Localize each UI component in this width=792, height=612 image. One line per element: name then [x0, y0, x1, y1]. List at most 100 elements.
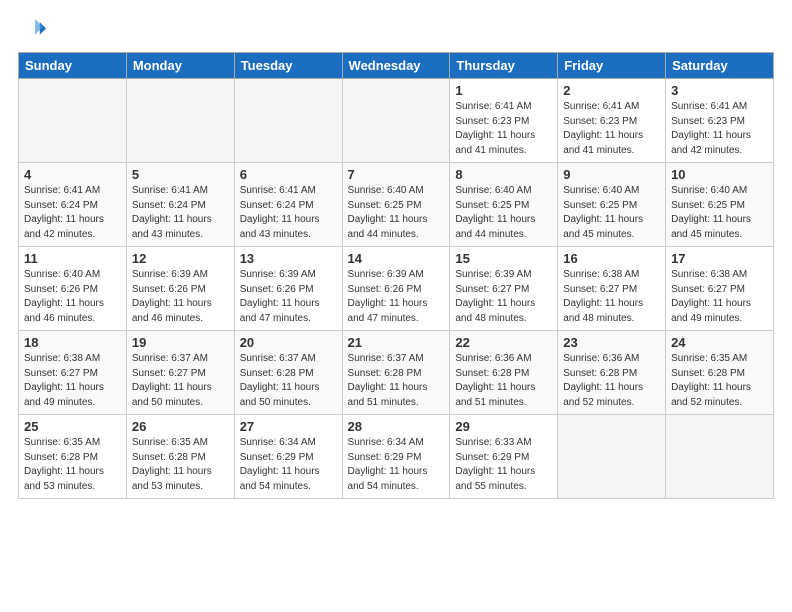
calendar-cell: 21 Sunrise: 6:37 AM Sunset: 6:28 PM Dayli…	[342, 331, 450, 415]
day-number: 3	[671, 83, 768, 98]
day-info: Sunrise: 6:36 AM Sunset: 6:28 PM Dayligh…	[563, 352, 660, 410]
calendar-cell: 20 Sunrise: 6:37 AM Sunset: 6:28 PM Dayli…	[234, 331, 342, 415]
calendar-cell: 1 Sunrise: 6:41 AM Sunset: 6:23 PM Daylig…	[450, 79, 558, 163]
calendar-cell: 23 Sunrise: 6:36 AM Sunset: 6:28 PM Dayli…	[558, 331, 666, 415]
day-number: 22	[455, 335, 552, 350]
calendar-cell: 17 Sunrise: 6:38 AM Sunset: 6:27 PM Dayli…	[666, 247, 774, 331]
calendar-cell: 27 Sunrise: 6:34 AM Sunset: 6:29 PM Dayli…	[234, 415, 342, 499]
calendar-cell	[126, 79, 234, 163]
calendar-header-monday: Monday	[126, 53, 234, 79]
calendar-cell: 3 Sunrise: 6:41 AM Sunset: 6:23 PM Daylig…	[666, 79, 774, 163]
calendar-cell: 2 Sunrise: 6:41 AM Sunset: 6:23 PM Daylig…	[558, 79, 666, 163]
calendar-week-2: 4 Sunrise: 6:41 AM Sunset: 6:24 PM Daylig…	[19, 163, 774, 247]
day-info: Sunrise: 6:41 AM Sunset: 6:24 PM Dayligh…	[240, 184, 337, 242]
day-info: Sunrise: 6:41 AM Sunset: 6:23 PM Dayligh…	[455, 100, 552, 158]
day-info: Sunrise: 6:33 AM Sunset: 6:29 PM Dayligh…	[455, 436, 552, 494]
day-number: 11	[24, 251, 121, 266]
calendar-header-wednesday: Wednesday	[342, 53, 450, 79]
calendar-cell	[666, 415, 774, 499]
day-number: 14	[348, 251, 445, 266]
day-info: Sunrise: 6:39 AM Sunset: 6:26 PM Dayligh…	[240, 268, 337, 326]
day-info: Sunrise: 6:37 AM Sunset: 6:28 PM Dayligh…	[348, 352, 445, 410]
calendar-week-4: 18Sunrise: 6:38 AM Sunset: 6:27 PM Dayli…	[19, 331, 774, 415]
day-number: 18	[24, 335, 121, 350]
day-info: Sunrise: 6:34 AM Sunset: 6:29 PM Dayligh…	[240, 436, 337, 494]
day-number: 27	[240, 419, 337, 434]
calendar-cell: 12 Sunrise: 6:39 AM Sunset: 6:26 PM Dayli…	[126, 247, 234, 331]
day-number: 12	[132, 251, 229, 266]
day-number: 7	[348, 167, 445, 182]
calendar-cell	[19, 79, 127, 163]
day-number: 1	[455, 83, 552, 98]
calendar-cell: 26 Sunrise: 6:35 AM Sunset: 6:28 PM Dayli…	[126, 415, 234, 499]
calendar-cell: 29Sunrise: 6:33 AM Sunset: 6:29 PM Dayli…	[450, 415, 558, 499]
logo	[18, 16, 50, 44]
calendar-cell: 4 Sunrise: 6:41 AM Sunset: 6:24 PM Daylig…	[19, 163, 127, 247]
calendar-cell: 6 Sunrise: 6:41 AM Sunset: 6:24 PM Daylig…	[234, 163, 342, 247]
day-number: 15	[455, 251, 552, 266]
calendar-header-saturday: Saturday	[666, 53, 774, 79]
day-info: Sunrise: 6:35 AM Sunset: 6:28 PM Dayligh…	[132, 436, 229, 494]
day-number: 17	[671, 251, 768, 266]
calendar-cell: 16 Sunrise: 6:38 AM Sunset: 6:27 PM Dayli…	[558, 247, 666, 331]
calendar-header-tuesday: Tuesday	[234, 53, 342, 79]
calendar-cell: 14Sunrise: 6:39 AM Sunset: 6:26 PM Dayli…	[342, 247, 450, 331]
day-info: Sunrise: 6:40 AM Sunset: 6:25 PM Dayligh…	[455, 184, 552, 242]
day-number: 19	[132, 335, 229, 350]
day-info: Sunrise: 6:34 AM Sunset: 6:29 PM Dayligh…	[348, 436, 445, 494]
day-info: Sunrise: 6:35 AM Sunset: 6:28 PM Dayligh…	[24, 436, 121, 494]
calendar-cell: 5Sunrise: 6:41 AM Sunset: 6:24 PM Daylig…	[126, 163, 234, 247]
calendar-table: SundayMondayTuesdayWednesdayThursdayFrid…	[18, 52, 774, 499]
day-info: Sunrise: 6:41 AM Sunset: 6:24 PM Dayligh…	[132, 184, 229, 242]
calendar-cell	[234, 79, 342, 163]
calendar-cell: 9 Sunrise: 6:40 AM Sunset: 6:25 PM Daylig…	[558, 163, 666, 247]
day-info: Sunrise: 6:35 AM Sunset: 6:28 PM Dayligh…	[671, 352, 768, 410]
day-info: Sunrise: 6:40 AM Sunset: 6:25 PM Dayligh…	[671, 184, 768, 242]
day-number: 6	[240, 167, 337, 182]
header	[18, 16, 774, 44]
calendar-cell: 11 Sunrise: 6:40 AM Sunset: 6:26 PM Dayli…	[19, 247, 127, 331]
calendar-cell: 22 Sunrise: 6:36 AM Sunset: 6:28 PM Dayli…	[450, 331, 558, 415]
day-info: Sunrise: 6:41 AM Sunset: 6:23 PM Dayligh…	[671, 100, 768, 158]
calendar-cell: 28Sunrise: 6:34 AM Sunset: 6:29 PM Dayli…	[342, 415, 450, 499]
calendar-cell: 18Sunrise: 6:38 AM Sunset: 6:27 PM Dayli…	[19, 331, 127, 415]
day-number: 4	[24, 167, 121, 182]
day-info: Sunrise: 6:40 AM Sunset: 6:25 PM Dayligh…	[348, 184, 445, 242]
day-number: 8	[455, 167, 552, 182]
calendar-week-5: 25 Sunrise: 6:35 AM Sunset: 6:28 PM Dayli…	[19, 415, 774, 499]
page: SundayMondayTuesdayWednesdayThursdayFrid…	[0, 0, 792, 612]
calendar-header-sunday: Sunday	[19, 53, 127, 79]
day-info: Sunrise: 6:38 AM Sunset: 6:27 PM Dayligh…	[671, 268, 768, 326]
calendar-cell: 8 Sunrise: 6:40 AM Sunset: 6:25 PM Daylig…	[450, 163, 558, 247]
calendar-header-thursday: Thursday	[450, 53, 558, 79]
day-number: 20	[240, 335, 337, 350]
day-info: Sunrise: 6:40 AM Sunset: 6:26 PM Dayligh…	[24, 268, 121, 326]
calendar-week-3: 11 Sunrise: 6:40 AM Sunset: 6:26 PM Dayli…	[19, 247, 774, 331]
day-info: Sunrise: 6:40 AM Sunset: 6:25 PM Dayligh…	[563, 184, 660, 242]
calendar-cell: 15 Sunrise: 6:39 AM Sunset: 6:27 PM Dayli…	[450, 247, 558, 331]
calendar-header-friday: Friday	[558, 53, 666, 79]
calendar-week-1: 1 Sunrise: 6:41 AM Sunset: 6:23 PM Daylig…	[19, 79, 774, 163]
day-info: Sunrise: 6:39 AM Sunset: 6:27 PM Dayligh…	[455, 268, 552, 326]
calendar-header-row: SundayMondayTuesdayWednesdayThursdayFrid…	[19, 53, 774, 79]
calendar-cell: 13 Sunrise: 6:39 AM Sunset: 6:26 PM Dayli…	[234, 247, 342, 331]
day-number: 21	[348, 335, 445, 350]
day-number: 10	[671, 167, 768, 182]
day-number: 25	[24, 419, 121, 434]
calendar-cell	[558, 415, 666, 499]
day-number: 13	[240, 251, 337, 266]
day-number: 16	[563, 251, 660, 266]
day-number: 9	[563, 167, 660, 182]
day-info: Sunrise: 6:38 AM Sunset: 6:27 PM Dayligh…	[563, 268, 660, 326]
day-info: Sunrise: 6:41 AM Sunset: 6:24 PM Dayligh…	[24, 184, 121, 242]
day-number: 2	[563, 83, 660, 98]
day-info: Sunrise: 6:37 AM Sunset: 6:28 PM Dayligh…	[240, 352, 337, 410]
day-number: 24	[671, 335, 768, 350]
calendar-cell: 7 Sunrise: 6:40 AM Sunset: 6:25 PM Daylig…	[342, 163, 450, 247]
day-number: 23	[563, 335, 660, 350]
day-info: Sunrise: 6:41 AM Sunset: 6:23 PM Dayligh…	[563, 100, 660, 158]
day-number: 26	[132, 419, 229, 434]
day-info: Sunrise: 6:39 AM Sunset: 6:26 PM Dayligh…	[132, 268, 229, 326]
calendar-cell: 24 Sunrise: 6:35 AM Sunset: 6:28 PM Dayli…	[666, 331, 774, 415]
day-info: Sunrise: 6:36 AM Sunset: 6:28 PM Dayligh…	[455, 352, 552, 410]
